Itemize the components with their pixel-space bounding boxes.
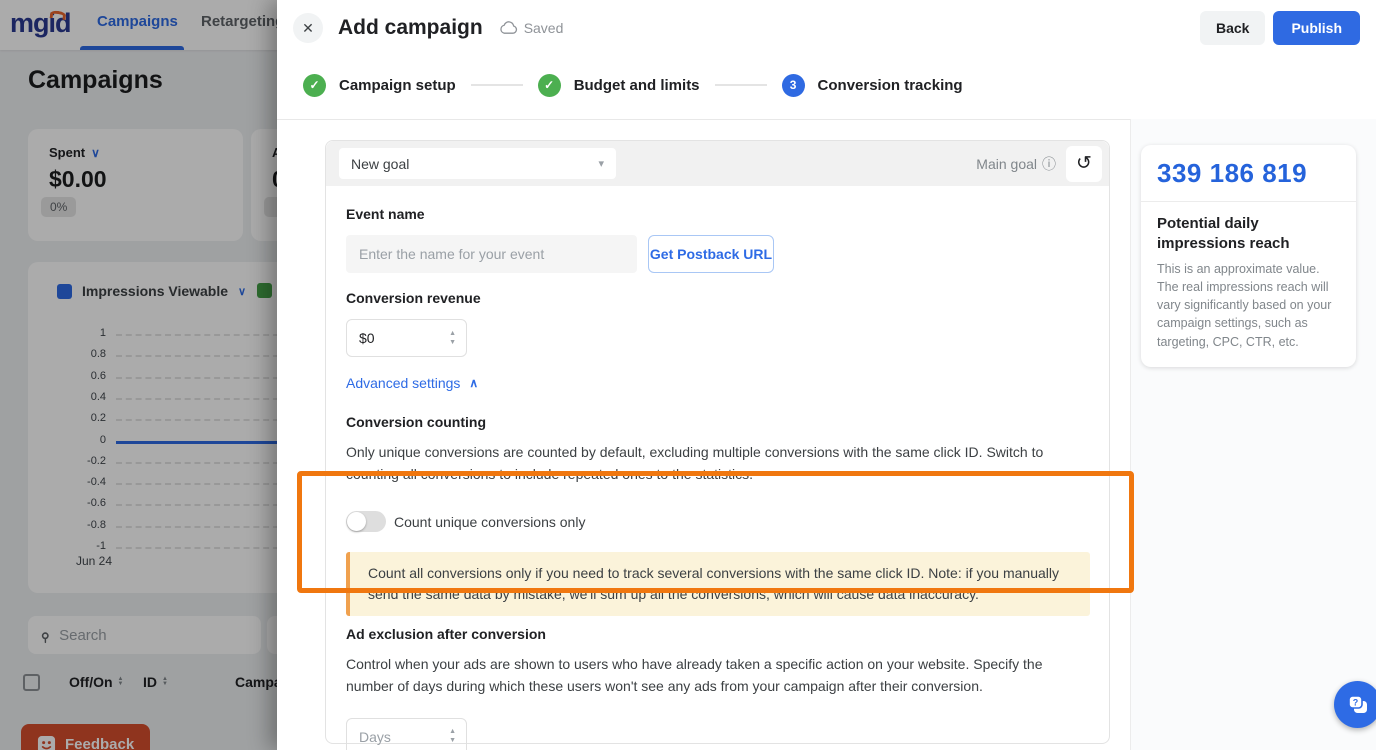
advanced-settings-link[interactable]: Advanced settings ∧ (346, 375, 478, 391)
conversion-revenue-stepper[interactable]: ▲▼ (346, 319, 467, 357)
saved-label: Saved (524, 20, 564, 36)
info-icon[interactable]: ⓘ (1042, 154, 1056, 174)
goal-header-strip: New goal ▾ Main goal ⓘ ↺ (326, 141, 1109, 186)
help-chat-button[interactable]: ? (1334, 681, 1376, 728)
exclusion-days-stepper[interactable]: ▲▼ (346, 718, 467, 750)
conversion-counting-description: Only unique conversions are counted by d… (346, 442, 1089, 485)
stepper-arrows[interactable]: ▲▼ (449, 729, 456, 744)
step-connector (471, 84, 523, 86)
reach-description: This is an approximate value. The real i… (1157, 260, 1340, 351)
add-campaign-modal: ✕ Add campaign Saved Back Publish ✓ Camp… (277, 0, 1376, 750)
modal-actions: Back Publish (1200, 11, 1360, 45)
ad-exclusion-title: Ad exclusion after conversion (346, 626, 1089, 642)
step-conversion-tracking[interactable]: 3 Conversion tracking (782, 74, 963, 97)
modal-title: Add campaign (338, 16, 483, 40)
svg-text:?: ? (1352, 697, 1358, 707)
reach-body: Potential daily impressions reach This i… (1141, 202, 1356, 367)
exclusion-days-input[interactable] (359, 729, 434, 745)
step-label: Conversion tracking (818, 77, 963, 94)
conversion-revenue-label: Conversion revenue (346, 290, 1089, 306)
cloud-saved-icon (499, 21, 518, 35)
step-budget-limits[interactable]: ✓ Budget and limits (538, 74, 700, 97)
stepper-arrows[interactable]: ▲▼ (449, 331, 456, 346)
count-unique-toggle-row: Count unique conversions only (346, 511, 1089, 532)
event-name-row: Get Postback URL (346, 235, 1089, 273)
close-icon[interactable]: ✕ (293, 13, 323, 43)
goal-form-body: Event name Get Postback URL Conversion r… (326, 186, 1109, 750)
conversion-revenue-input[interactable] (359, 330, 434, 346)
chevron-up-icon: ∧ (469, 376, 478, 390)
screen: mgid Campaigns Retargeting Campaigns Spe… (0, 0, 1376, 750)
stepper-down-icon[interactable]: ▼ (449, 340, 456, 346)
goal-select-value: New goal (351, 156, 409, 172)
main-goal-label: Main goal ⓘ (976, 154, 1056, 174)
wizard-steps: ✓ Campaign setup ✓ Budget and limits 3 C… (303, 60, 963, 110)
reach-title: Potential daily impressions reach (1157, 214, 1340, 253)
dropdown-arrow-icon: ▾ (598, 157, 604, 170)
check-icon: ✓ (303, 74, 326, 97)
reach-value: 339 186 819 (1141, 145, 1356, 201)
step-label: Campaign setup (339, 77, 456, 94)
check-icon: ✓ (538, 74, 561, 97)
advanced-settings-label: Advanced settings (346, 375, 460, 391)
get-postback-url-button[interactable]: Get Postback URL (648, 235, 774, 273)
toggle-knob (347, 512, 366, 531)
modal-header: ✕ Add campaign Saved Back Publish (277, 0, 1376, 56)
event-name-label: Event name (346, 206, 1089, 222)
conversion-goal-card: New goal ▾ Main goal ⓘ ↺ Event name Get … (325, 140, 1110, 744)
ad-exclusion-description: Control when your ads are shown to users… (346, 654, 1089, 697)
step-connector (715, 84, 767, 86)
help-bubbles-icon: ? (1345, 692, 1371, 718)
count-unique-toggle[interactable] (346, 511, 386, 532)
publish-button[interactable]: Publish (1273, 11, 1360, 45)
back-button[interactable]: Back (1200, 11, 1265, 45)
count-unique-toggle-label: Count unique conversions only (394, 514, 585, 530)
saved-status: Saved (499, 20, 564, 36)
conversion-counting-title: Conversion counting (346, 414, 1089, 430)
step-label: Budget and limits (574, 77, 700, 94)
stepper-up-icon[interactable]: ▲ (449, 331, 456, 337)
stepper-up-icon[interactable]: ▲ (449, 729, 456, 735)
impressions-reach-card: 339 186 819 Potential daily impressions … (1141, 145, 1356, 367)
counting-warning-note: Count all conversions only if you need t… (346, 552, 1090, 616)
event-name-input[interactable] (346, 235, 637, 273)
goal-select-dropdown[interactable]: New goal ▾ (339, 148, 616, 179)
step-campaign-setup[interactable]: ✓ Campaign setup (303, 74, 456, 97)
stepper-down-icon[interactable]: ▼ (449, 738, 456, 744)
refresh-icon[interactable]: ↺ (1066, 146, 1102, 182)
step-number-badge: 3 (782, 74, 805, 97)
goal-header-right: Main goal ⓘ ↺ (976, 146, 1102, 182)
